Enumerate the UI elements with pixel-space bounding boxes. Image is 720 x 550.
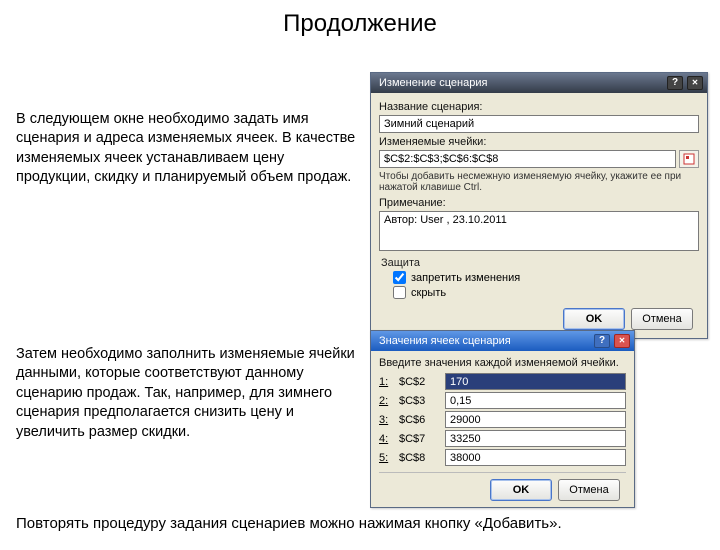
value-input[interactable] bbox=[445, 373, 626, 390]
dialog-title: Изменение сценария bbox=[379, 77, 667, 89]
changing-cells-input[interactable] bbox=[379, 150, 676, 168]
row-index: 5: bbox=[379, 452, 393, 464]
paragraph-1: В следующем окне необходимо задать имя с… bbox=[16, 110, 356, 188]
cell-address: $C$7 bbox=[399, 433, 439, 445]
ok-button[interactable]: OK bbox=[490, 479, 552, 501]
checkbox-prevent-changes-label: запретить изменения bbox=[411, 272, 520, 284]
cell-address: $C$8 bbox=[399, 452, 439, 464]
row-index: 3: bbox=[379, 414, 393, 426]
value-input[interactable] bbox=[445, 411, 626, 428]
close-icon[interactable] bbox=[687, 76, 703, 90]
help-icon[interactable] bbox=[667, 76, 683, 90]
checkbox-hide-box[interactable] bbox=[393, 286, 406, 299]
cell-address: $C$6 bbox=[399, 414, 439, 426]
paragraph-3: Повторять процедуру задания сценариев мо… bbox=[16, 515, 696, 532]
changing-cells-label: Изменяемые ячейки: bbox=[379, 136, 699, 148]
dialog-edit-scenario: Изменение сценария Название сценария: Из… bbox=[370, 72, 708, 339]
value-input[interactable] bbox=[445, 449, 626, 466]
value-row: 3: $C$6 bbox=[379, 411, 626, 428]
value-input[interactable] bbox=[445, 392, 626, 409]
note-label: Примечание: bbox=[379, 197, 699, 209]
paragraph-2: Затем необходимо заполнить изменяемые яч… bbox=[16, 345, 356, 443]
checkbox-hide[interactable]: скрыть bbox=[393, 286, 699, 299]
help-icon[interactable] bbox=[594, 334, 610, 348]
ok-button[interactable]: OK bbox=[563, 308, 625, 330]
value-row: 2: $C$3 bbox=[379, 392, 626, 409]
page-title: Продолжение bbox=[0, 10, 720, 38]
protection-group-label: Защита bbox=[381, 257, 699, 269]
changing-cells-hint: Чтобы добавить несмежную изменяемую ячей… bbox=[379, 171, 699, 193]
cancel-button[interactable]: Отмена bbox=[558, 479, 620, 501]
instruction-text: Введите значения каждой изменяемой ячейк… bbox=[379, 357, 626, 369]
checkbox-prevent-changes-box[interactable] bbox=[393, 271, 406, 284]
value-row: 4: $C$7 bbox=[379, 430, 626, 447]
titlebar[interactable]: Изменение сценария bbox=[371, 73, 707, 93]
note-input[interactable] bbox=[379, 211, 699, 251]
value-row: 5: $C$8 bbox=[379, 449, 626, 466]
row-index: 4: bbox=[379, 433, 393, 445]
titlebar[interactable]: Значения ячеек сценария bbox=[371, 331, 634, 351]
cancel-button[interactable]: Отмена bbox=[631, 308, 693, 330]
dialog-title: Значения ячеек сценария bbox=[379, 335, 594, 347]
scenario-name-label: Название сценария: bbox=[379, 101, 699, 113]
range-picker-icon[interactable] bbox=[679, 150, 699, 168]
checkbox-prevent-changes[interactable]: запретить изменения bbox=[393, 271, 699, 284]
value-row: 1: $C$2 bbox=[379, 373, 626, 390]
checkbox-hide-label: скрыть bbox=[411, 287, 446, 299]
row-index: 1: bbox=[379, 376, 393, 388]
scenario-name-input[interactable] bbox=[379, 115, 699, 133]
cell-address: $C$2 bbox=[399, 376, 439, 388]
close-icon[interactable] bbox=[614, 334, 630, 348]
row-index: 2: bbox=[379, 395, 393, 407]
cell-address: $C$3 bbox=[399, 395, 439, 407]
value-input[interactable] bbox=[445, 430, 626, 447]
dialog-scenario-values: Значения ячеек сценария Введите значения… bbox=[370, 330, 635, 508]
